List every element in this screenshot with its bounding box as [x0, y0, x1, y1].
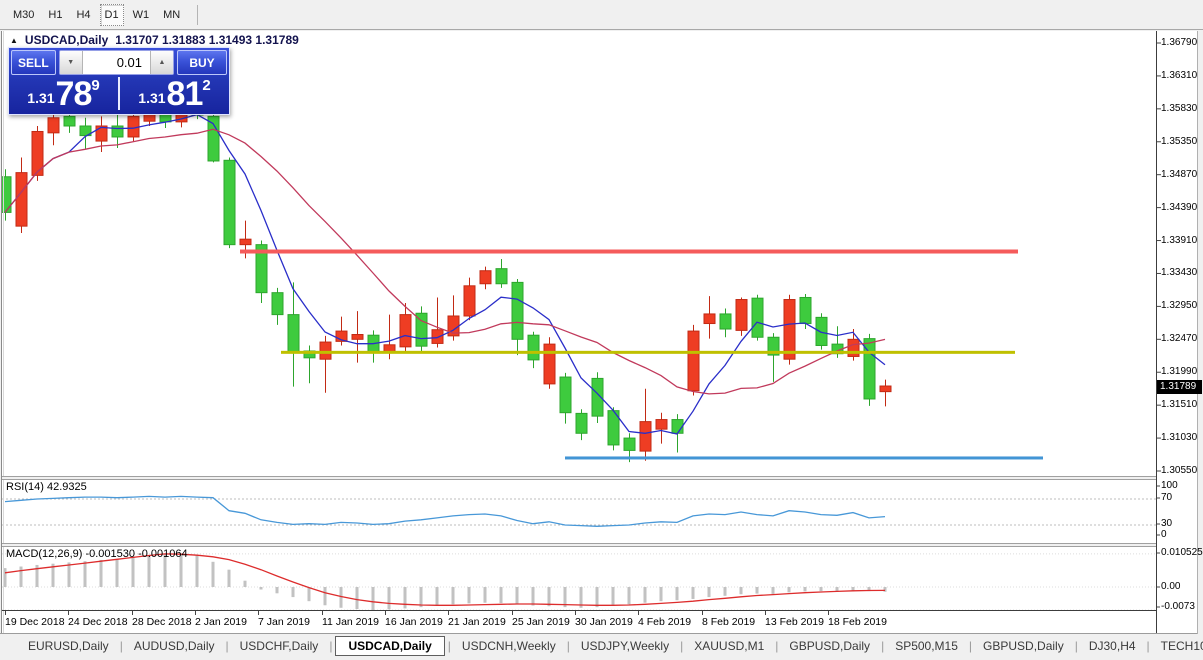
price-axis-label: 1.30550 — [1161, 465, 1197, 477]
price-axis-label: 1.31030 — [1161, 432, 1197, 444]
toolbar-separator — [197, 5, 198, 25]
price-axis-label: 1.31510 — [1161, 399, 1197, 411]
quote-divider — [118, 77, 120, 110]
macd-axis-label: -0.0073 — [1161, 601, 1195, 613]
price-axis-label: 1.33430 — [1161, 267, 1197, 279]
price-axis-label: 1.35830 — [1161, 103, 1197, 115]
price-axis-label: 1.31990 — [1161, 366, 1197, 378]
tab-dj30-h4[interactable]: DJ30,H4 — [1079, 636, 1146, 656]
right-edge-strip — [1197, 31, 1203, 634]
chart-header: ▲ USDCAD,Daily 1.31707 1.31883 1.31493 1… — [10, 33, 299, 47]
price-axis-label: 1.34390 — [1161, 202, 1197, 214]
volume-decrease-button[interactable]: ▼ — [60, 51, 83, 74]
price-axis-label: 1.36790 — [1161, 37, 1197, 49]
date-axis-label: 4 Feb 2019 — [638, 616, 691, 628]
timeframe-w1-button[interactable]: W1 — [128, 4, 155, 26]
price-axis-label: 1.35350 — [1161, 136, 1197, 148]
chart-ohlc-values: 1.31707 1.31883 1.31493 1.31789 — [115, 33, 299, 47]
timeframe-mn-button[interactable]: MN — [158, 4, 185, 26]
rsi-axis-label: 100 — [1161, 480, 1178, 492]
tab-usdcad-daily[interactable]: USDCAD,Daily — [335, 636, 444, 656]
rsi-axis-label: 0 — [1161, 529, 1167, 541]
macd-indicator-label: MACD(12,26,9) -0.001530 -0.001064 — [6, 548, 188, 560]
volume-stepper: ▼ ▲ — [59, 50, 174, 75]
current-price-tag: 1.31789 — [1157, 380, 1202, 394]
macd-axis-label: 0.010525 — [1161, 547, 1203, 559]
date-axis-label: 16 Jan 2019 — [385, 616, 443, 628]
symbol-arrow-icon: ▲ — [10, 36, 18, 45]
date-axis-label: 24 Dec 2018 — [68, 616, 128, 628]
tab-divider: | — [328, 639, 333, 653]
date-axis-label: 11 Jan 2019 — [322, 616, 379, 628]
tab-audusd-daily[interactable]: AUDUSD,Daily — [124, 636, 225, 656]
tab-usdcnh-weekly[interactable]: USDCNH,Weekly — [452, 636, 566, 656]
tab-xauusd-m1[interactable]: XAUUSD,M1 — [684, 636, 774, 656]
buy-button[interactable]: BUY — [177, 50, 227, 75]
timeframe-d1-button[interactable]: D1 — [100, 4, 124, 26]
timeframe-toolbar: M30H1H4D1W1MN — [0, 0, 1203, 30]
triangle-down-icon: ▼ — [67, 59, 74, 66]
bid-price-display[interactable]: 1.31 78 9 — [11, 76, 116, 111]
chart-bottom-border — [2, 610, 1156, 611]
sell-button[interactable]: SELL — [11, 50, 56, 75]
timeframe-h4-button[interactable]: H4 — [71, 4, 95, 26]
date-axis-label: 7 Jan 2019 — [258, 616, 310, 628]
date-axis-label: 2 Jan 2019 — [195, 616, 247, 628]
tab-usdchf-daily[interactable]: USDCHF,Daily — [230, 636, 329, 656]
timeframe-h1-button[interactable]: H1 — [43, 4, 67, 26]
pane-separator-rsi-macd[interactable] — [2, 543, 1156, 547]
tab-gbpusd-daily[interactable]: GBPUSD,Daily — [779, 636, 880, 656]
date-axis-label: 8 Feb 2019 — [702, 616, 755, 628]
date-axis-label: 18 Feb 2019 — [828, 616, 887, 628]
date-axis-label: 28 Dec 2018 — [132, 616, 192, 628]
volume-input[interactable] — [83, 51, 150, 74]
rsi-indicator-label: RSI(14) 42.9325 — [6, 481, 87, 493]
chart-axis-border — [1156, 31, 1157, 633]
chart-tabs-bar: EURUSD,Daily|AUDUSD,Daily|USDCHF,Daily|U… — [0, 634, 1203, 658]
date-axis-label: 13 Feb 2019 — [765, 616, 824, 628]
macd-axis-label: 0.00 — [1161, 581, 1180, 593]
tab-gbpusd-daily[interactable]: GBPUSD,Daily — [973, 636, 1074, 656]
price-axis-label: 1.32470 — [1161, 333, 1197, 345]
price-axis-label: 1.34870 — [1161, 169, 1197, 181]
date-axis-label: 21 Jan 2019 — [448, 616, 506, 628]
ask-price-display[interactable]: 1.31 81 2 — [122, 76, 227, 111]
volume-increase-button[interactable]: ▲ — [150, 51, 173, 74]
price-axis-label: 1.32950 — [1161, 300, 1197, 312]
chart-symbol-title: USDCAD,Daily — [25, 33, 108, 47]
price-axis-label: 1.36310 — [1161, 70, 1197, 82]
pane-separator-main-rsi[interactable] — [2, 476, 1156, 480]
tab-tech10[interactable]: TECH10 — [1151, 636, 1203, 656]
rsi-axis-label: 70 — [1161, 492, 1172, 504]
date-axis-label: 30 Jan 2019 — [575, 616, 633, 628]
tab-sp500-m15[interactable]: SP500,M15 — [885, 636, 968, 656]
tab-eurusd-daily[interactable]: EURUSD,Daily — [18, 636, 119, 656]
date-axis-label: 19 Dec 2018 — [5, 616, 65, 628]
tab-usdjpy-weekly[interactable]: USDJPY,Weekly — [571, 636, 679, 656]
price-axis-label: 1.33910 — [1161, 235, 1197, 247]
triangle-up-icon: ▲ — [159, 59, 166, 66]
date-axis-label: 25 Jan 2019 — [512, 616, 570, 628]
timeframe-m30-button[interactable]: M30 — [8, 4, 39, 26]
one-click-trade-panel: SELL ▼ ▲ BUY 1.31 78 9 1.31 81 2 — [8, 47, 230, 115]
